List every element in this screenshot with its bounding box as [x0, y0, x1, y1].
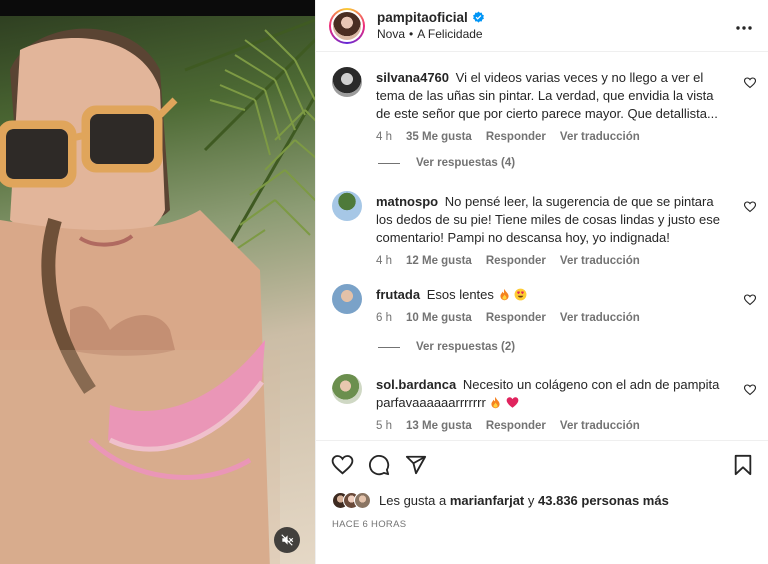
comment-meta: 4 h 12 Me gusta Responder Ver traducción [376, 255, 726, 267]
commenter-avatar[interactable] [332, 191, 362, 221]
more-options-button[interactable] [732, 15, 756, 36]
reply-button[interactable]: Responder [486, 312, 546, 324]
commenter-username[interactable]: matnospo [376, 194, 438, 209]
audio-location-line: Nova • A Felicidade [377, 26, 485, 43]
comment-item: sol.bardanca Necesito un colágeno con el… [332, 374, 757, 432]
translate-button[interactable]: Ver traducción [560, 312, 640, 324]
translate-button[interactable]: Ver traducción [560, 420, 640, 432]
liker-avatars[interactable] [332, 491, 371, 509]
view-replies-label: Ver respuestas (2) [416, 341, 516, 353]
comment-like-button[interactable] [743, 294, 757, 309]
comment-time[interactable]: 4 h [376, 131, 392, 143]
commenter-username[interactable]: frutada [376, 287, 420, 302]
view-replies-button[interactable]: Ver respuestas (2) [378, 341, 515, 353]
like-button[interactable] [330, 453, 354, 477]
more-options-icon [736, 26, 752, 30]
instagram-post: pampitaoficial Nova • A Felicidade silvana… [0, 0, 768, 564]
comment-icon [368, 454, 390, 475]
heart-icon [331, 454, 353, 474]
likes-joiner: y [527, 492, 535, 508]
view-replies-button[interactable]: Ver respuestas (4) [378, 157, 515, 169]
comment-item: matnospo No pensé leer, la sugerencia de… [332, 191, 757, 267]
translate-button[interactable]: Ver traducción [560, 131, 640, 143]
heart-icon [743, 201, 757, 213]
comment-button[interactable] [367, 453, 391, 477]
comment-likes[interactable]: 35 Me gusta [406, 131, 472, 143]
author-username[interactable]: pampitaoficial [377, 10, 468, 25]
post-side-panel: pampitaoficial Nova • A Felicidade silvana… [315, 0, 768, 564]
heart-icon [743, 384, 757, 396]
commenter-avatar[interactable] [332, 67, 362, 97]
comments-list[interactable]: silvana4760 Vi el videos varias veces y … [316, 53, 768, 439]
translate-button[interactable]: Ver traducción [560, 255, 640, 267]
likes-summary: Les gusta a marianfarjat y 43.836 person… [332, 490, 669, 510]
comment-like-button[interactable] [743, 384, 757, 399]
mute-button[interactable] [274, 527, 300, 553]
author-avatar[interactable] [329, 7, 365, 44]
comment-time[interactable]: 5 h [376, 420, 392, 432]
red-heart-emoji [506, 397, 519, 408]
comment-like-button[interactable] [743, 77, 757, 92]
post-timestamp[interactable]: HACE 6 HORAS [332, 519, 406, 530]
comment-likes[interactable]: 10 Me gusta [406, 312, 472, 324]
muted-speaker-icon [281, 534, 294, 546]
comment-text: Esos lentes [426, 287, 494, 302]
likes-count[interactable]: 43.836 personas más [538, 493, 669, 508]
heart-icon [743, 77, 757, 89]
post-video[interactable] [0, 0, 315, 564]
commenter-username[interactable]: silvana4760 [376, 70, 449, 85]
commenter-avatar[interactable] [332, 284, 362, 314]
post-actions-bar [316, 440, 768, 488]
comment-time[interactable]: 4 h [376, 255, 392, 267]
bookmark-icon [734, 454, 752, 475]
verified-badge-icon [472, 11, 484, 23]
separator: • [409, 26, 414, 41]
location-name[interactable]: A Felicidade [417, 27, 482, 41]
fire-emoji [499, 288, 509, 301]
share-icon [405, 455, 427, 474]
author-info: pampitaoficial Nova • A Felicidade [377, 9, 485, 43]
reply-button[interactable]: Responder [486, 131, 546, 143]
comment-meta: 4 h 35 Me gusta Responder Ver traducción [376, 131, 726, 143]
reply-button[interactable]: Responder [486, 420, 546, 432]
heart-eyes-emoji [514, 288, 527, 301]
heart-icon [743, 294, 757, 306]
comment-likes[interactable]: 12 Me gusta [406, 255, 472, 267]
view-replies-label: Ver respuestas (4) [416, 157, 516, 169]
comment-meta: 5 h 13 Me gusta Responder Ver traducción [376, 420, 726, 432]
reply-button[interactable]: Responder [486, 255, 546, 267]
comment-item: silvana4760 Vi el videos varias veces y … [332, 67, 757, 143]
commenter-username[interactable]: sol.bardanca [376, 377, 456, 392]
save-button[interactable] [731, 453, 755, 477]
comment-item: frutada Esos lentes 6 h 10 Me gusta Resp… [332, 284, 757, 324]
comment-likes[interactable]: 13 Me gusta [406, 420, 472, 432]
comment-time[interactable]: 6 h [376, 312, 392, 324]
likes-prefix: Les gusta a [379, 492, 447, 508]
audio-name[interactable]: Nova [377, 27, 405, 41]
liker-username[interactable]: marianfarjat [450, 493, 524, 508]
comment-meta: 6 h 10 Me gusta Responder Ver traducción [376, 312, 726, 324]
share-button[interactable] [404, 453, 428, 477]
comment-like-button[interactable] [743, 201, 757, 216]
person-selfie-image [0, 28, 280, 564]
post-header: pampitaoficial Nova • A Felicidade [316, 0, 768, 52]
commenter-avatar[interactable] [332, 374, 362, 404]
fire-emoji [491, 396, 501, 409]
